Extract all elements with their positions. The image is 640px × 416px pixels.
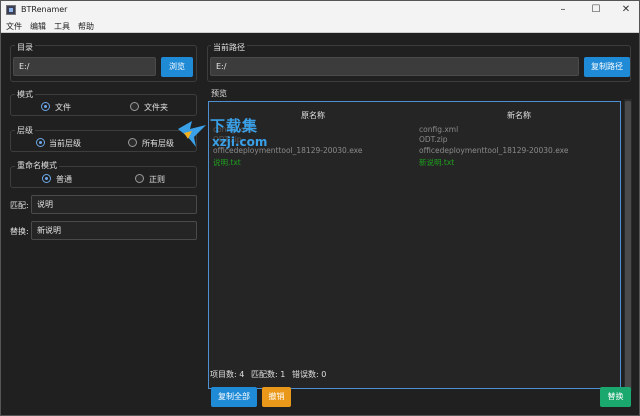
rename-normal-radio[interactable] [42, 174, 51, 183]
matches-count: 匹配数: 1 [251, 370, 286, 379]
rename-mode-label: 重命名模式 [15, 160, 59, 171]
mode-folder-label: 文件夹 [144, 103, 168, 112]
level-all-radio[interactable] [128, 138, 137, 147]
mode-file-radio[interactable] [41, 102, 50, 111]
copy-path-button[interactable]: 复制路径 [584, 57, 630, 77]
mode-folder-radio[interactable] [130, 102, 139, 111]
current-path-label: 当前路径 [211, 42, 247, 53]
replace-button[interactable]: 替换 [600, 387, 631, 407]
row1-new: config.xml [419, 125, 459, 134]
window-title: BTRenamer [21, 5, 68, 14]
menu-edit[interactable]: 编辑 [30, 21, 46, 32]
row3-new: officedeploymenttool_18129-20030.exe [419, 146, 569, 155]
copy-all-button[interactable]: 复制全部 [211, 387, 257, 407]
menu-bar: 文件 编辑 工具 帮助 [1, 19, 639, 33]
current-path-input[interactable]: E:/ [210, 57, 579, 76]
browse-button[interactable]: 浏览 [161, 57, 193, 77]
scrollbar-thumb[interactable] [625, 101, 631, 389]
replace-input[interactable]: 新说明 [31, 221, 197, 240]
column-original-name: 原名称 [301, 111, 325, 120]
undo-button[interactable]: 撤销 [262, 387, 291, 407]
preview-scrollbar[interactable] [624, 99, 632, 391]
menu-file[interactable]: 文件 [6, 21, 22, 32]
column-new-name: 新名称 [507, 111, 531, 120]
row4-new: 新说明.txt [419, 158, 455, 167]
app-icon [6, 5, 16, 15]
rename-regex-label: 正则 [149, 175, 165, 184]
rename-normal-label: 普通 [56, 175, 72, 184]
rename-regex-radio[interactable] [135, 174, 144, 183]
mode-label: 模式 [15, 89, 35, 100]
main-content: 目录 E:/ 浏览 模式 文件 文件夹 层级 当前层级 所有层级 重命名模式 普… [1, 33, 639, 415]
match-label: 匹配: [10, 201, 29, 210]
row3-original: officedeploymenttool_18129-20030.exe [213, 146, 363, 155]
items-count: 项目数: 4 [210, 370, 245, 379]
app-window: BTRenamer – ☐ ✕ 文件 编辑 工具 帮助 目录 E:/ 浏览 模式… [0, 0, 640, 416]
level-label: 层级 [15, 125, 35, 136]
level-current-label: 当前层级 [49, 139, 81, 148]
minimize-icon[interactable]: – [548, 2, 578, 18]
row1-original: config.xml [213, 125, 253, 134]
replace-label: 替换: [10, 227, 29, 236]
menu-tools[interactable]: 工具 [54, 21, 70, 32]
mode-file-label: 文件 [55, 103, 71, 112]
match-input[interactable]: 说明 [31, 195, 197, 214]
row2-original: ODT.zip [213, 135, 242, 144]
level-current-radio[interactable] [36, 138, 45, 147]
preview-table[interactable]: 原名称 新名称 config.xml config.xml ODT.zip OD… [208, 101, 621, 389]
menu-help[interactable]: 帮助 [78, 21, 94, 32]
row2-new: ODT.zip [419, 135, 448, 144]
preview-label: 预览 [209, 88, 229, 99]
row4-original: 说明.txt [213, 158, 241, 167]
directory-label: 目录 [15, 42, 35, 53]
close-icon[interactable]: ✕ [611, 2, 640, 18]
maximize-icon[interactable]: ☐ [581, 2, 611, 18]
errors-count: 错误数: 0 [292, 370, 327, 379]
title-bar: BTRenamer – ☐ ✕ [1, 1, 639, 19]
directory-input[interactable]: E:/ [13, 57, 156, 76]
level-all-label: 所有层级 [142, 139, 174, 148]
mode-group [10, 94, 197, 116]
